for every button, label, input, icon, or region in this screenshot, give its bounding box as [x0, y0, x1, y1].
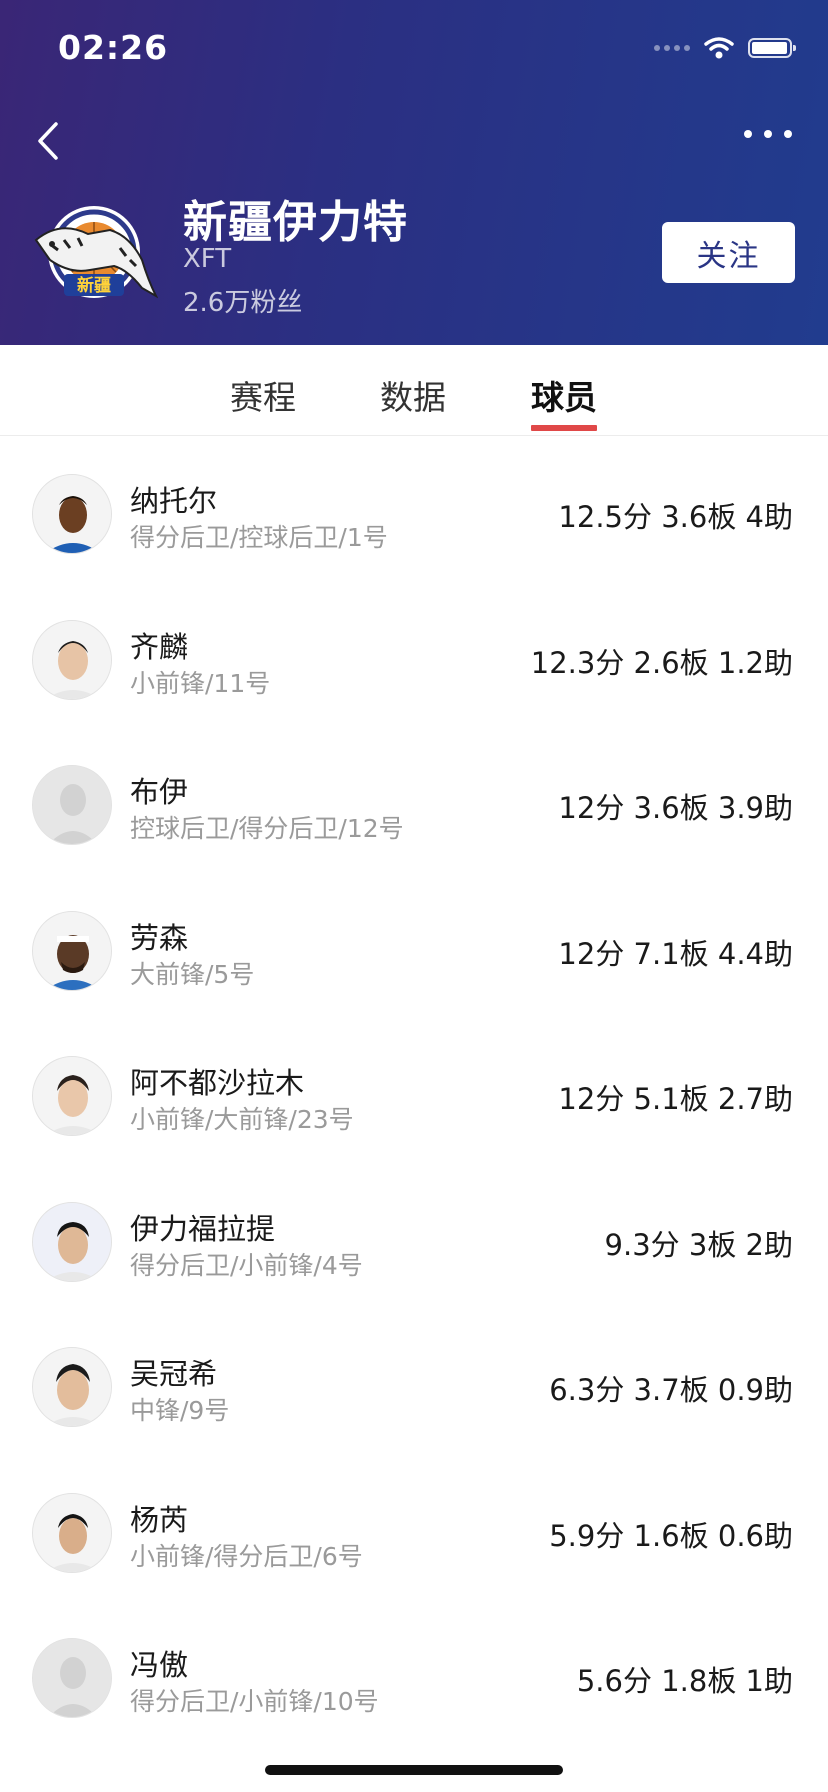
team-name: 新疆伊力特	[183, 197, 408, 248]
battery-icon	[748, 38, 796, 58]
fan-count: 2.6万粉丝	[183, 288, 303, 318]
player-name: 布伊	[130, 775, 189, 809]
logo-text: 新疆	[77, 275, 111, 296]
player-avatar-placeholder	[32, 765, 112, 845]
home-indicator	[265, 1765, 563, 1775]
player-position: 小前锋/11号	[130, 668, 271, 698]
player-position: 得分后卫/小前锋/4号	[130, 1250, 363, 1280]
player-name: 冯傲	[130, 1648, 189, 1682]
player-row[interactable]: 阿不都沙拉木 小前锋/大前锋/23号 12分 5.1板 2.7助	[0, 1018, 828, 1164]
player-stats: 5.9分 1.6板 0.6助	[549, 1518, 793, 1553]
player-avatar	[32, 910, 112, 991]
active-tab-indicator	[531, 425, 597, 431]
player-stats: 12.5分 3.6板 4助	[558, 500, 793, 534]
player-stats: 12分 3.6板 3.9助	[558, 791, 793, 825]
player-avatar	[32, 1201, 112, 1282]
tab-players[interactable]: 球员	[531, 371, 597, 419]
tab-stats[interactable]: 数据	[380, 371, 446, 419]
player-row[interactable]: 吴冠希 中锋/9号 6.3分 3.7板 0.9助	[0, 1309, 828, 1455]
player-name: 纳托尔	[130, 484, 218, 518]
team-logo: 新疆	[30, 200, 159, 308]
player-position: 小前锋/大前锋/23号	[130, 1105, 354, 1134]
player-row[interactable]: 伊力福拉提 得分后卫/小前锋/4号 9.3分 3板 2助	[0, 1164, 828, 1310]
chevron-left-icon	[38, 122, 58, 160]
player-name: 吴冠希	[130, 1357, 218, 1391]
tab-schedule[interactable]: 赛程	[230, 371, 296, 419]
player-position: 得分后卫/控球后卫/1号	[130, 523, 388, 552]
player-stats: 12分 5.1板 2.7助	[558, 1082, 793, 1116]
player-position: 中锋/9号	[130, 1396, 230, 1425]
player-list: 纳托尔 得分后卫/控球后卫/1号 12.5分 3.6板 4助 齐麟 小前锋/11…	[0, 436, 828, 1746]
player-name: 伊力福拉提	[130, 1211, 276, 1246]
player-stats: 6.3分 3.7板 0.9助	[549, 1373, 793, 1407]
player-position: 得分后卫/小前锋/10号	[130, 1687, 379, 1716]
player-stats: 12分 7.1板 4.4助	[558, 936, 793, 971]
team-header: 02:26 新疆 新疆伊力特 XFT 2.6万粉丝 关注	[0, 0, 828, 345]
back-button[interactable]	[30, 118, 70, 164]
player-position: 大前锋/5号	[130, 959, 255, 989]
player-row[interactable]: 冯傲 得分后卫/小前锋/10号 5.6分 1.8板 1助	[0, 1600, 828, 1746]
player-stats: 9.3分 3板 2助	[604, 1227, 793, 1262]
player-avatar	[32, 1492, 112, 1573]
player-avatar-placeholder	[32, 1638, 112, 1718]
team-abbreviation: XFT	[183, 244, 232, 274]
player-row[interactable]: 齐麟 小前锋/11号 12.3分 2.6板 1.2助	[0, 582, 828, 728]
follow-button[interactable]: 关注	[662, 222, 795, 283]
player-position: 控球后卫/得分后卫/12号	[130, 814, 404, 843]
tab-bar: 赛程 数据 球员	[0, 345, 828, 436]
player-avatar	[32, 1347, 112, 1427]
player-name: 劳森	[130, 920, 189, 955]
player-stats: 12.3分 2.6板 1.2助	[530, 645, 793, 680]
player-position: 小前锋/得分后卫/6号	[130, 1541, 363, 1571]
player-name: 齐麟	[130, 629, 189, 664]
player-row[interactable]: 布伊 控球后卫/得分后卫/12号 12分 3.6板 3.9助	[0, 727, 828, 873]
more-button[interactable]	[744, 130, 792, 138]
player-name: 阿不都沙拉木	[130, 1066, 305, 1100]
wifi-icon	[704, 37, 734, 59]
status-time: 02:26	[58, 28, 169, 67]
player-row[interactable]: 纳托尔 得分后卫/控球后卫/1号 12.5分 3.6板 4助	[0, 436, 828, 582]
player-avatar	[32, 474, 112, 554]
player-stats: 5.6分 1.8板 1助	[576, 1664, 793, 1698]
player-name: 杨芮	[130, 1502, 189, 1537]
player-row[interactable]: 杨芮 小前锋/得分后卫/6号 5.9分 1.6板 0.6助	[0, 1455, 828, 1601]
signal-icon	[654, 45, 690, 51]
status-icons	[654, 36, 796, 60]
player-avatar	[32, 1056, 112, 1136]
player-avatar	[32, 619, 112, 700]
player-row[interactable]: 劳森 大前锋/5号 12分 7.1板 4.4助	[0, 873, 828, 1019]
